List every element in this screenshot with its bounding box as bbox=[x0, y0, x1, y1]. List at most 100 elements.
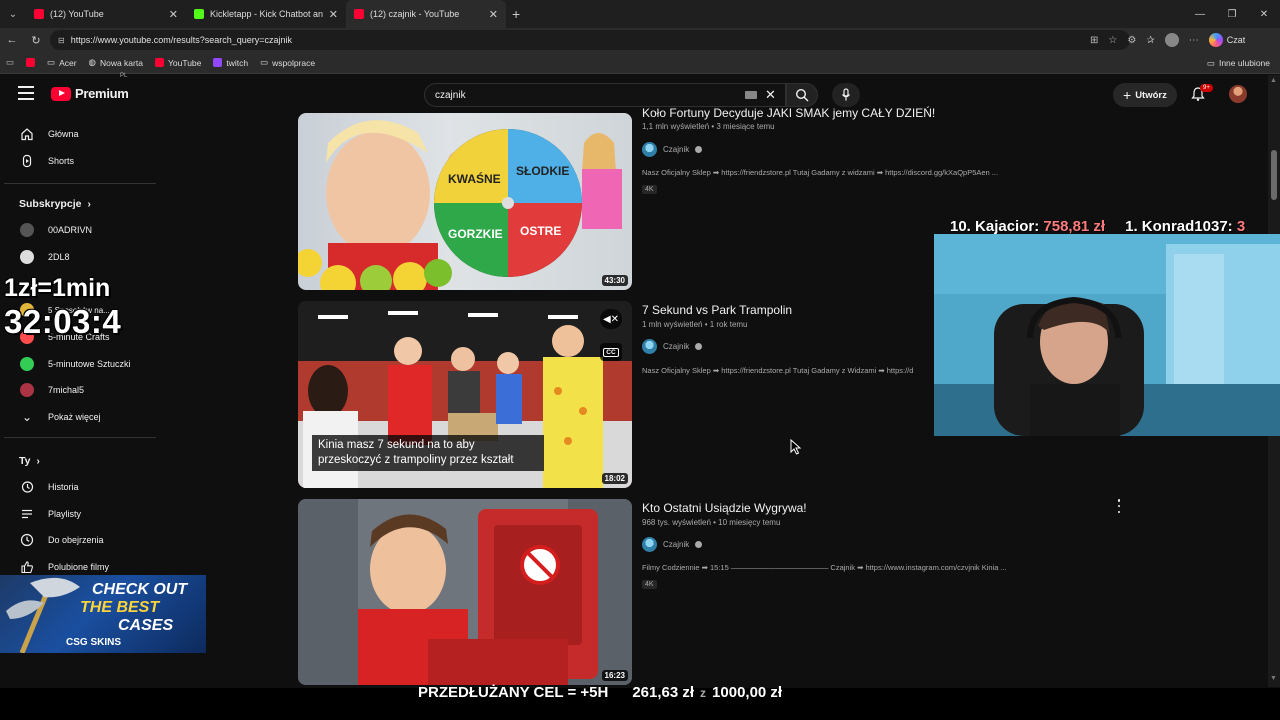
scroll-thumb[interactable] bbox=[1271, 150, 1277, 200]
video-thumbnail[interactable]: KWAŚNE SŁODKIE GORZKIE OSTRE 43:30 bbox=[298, 113, 632, 290]
sidebar-subscription-5-minutowe-sztuczki[interactable]: 5-minutowe Sztuczki bbox=[12, 351, 152, 377]
sidebar-item-history[interactable]: Historia bbox=[12, 474, 152, 500]
channel-name: Czajnik bbox=[663, 540, 690, 549]
sidebar-subscription-2dl8[interactable]: 2DL8 bbox=[12, 244, 152, 270]
url-text: https://www.youtube.com/results?search_q… bbox=[70, 35, 293, 45]
more-options-icon[interactable]: ⋯ bbox=[1189, 35, 1199, 46]
browser-tab-youtube[interactable]: (12) YouTube ✕ bbox=[26, 0, 186, 28]
video-title[interactable]: Kto Ostatni Usiądzie Wygrywa! bbox=[642, 501, 807, 515]
back-arrow-icon[interactable]: ← bbox=[0, 28, 24, 52]
scroll-up-icon[interactable]: ▲ bbox=[1270, 77, 1277, 84]
csgo-skins-ad: CHECK OUT THE BEST CASES CSG SKINS bbox=[0, 575, 206, 653]
sidebar-show-more[interactable]: ⌄ Pokaż więcej bbox=[12, 404, 152, 430]
keyboard-icon[interactable] bbox=[745, 91, 757, 99]
create-button[interactable]: + Utwórz bbox=[1113, 83, 1177, 107]
sidebar-item-shorts[interactable]: Shorts bbox=[12, 148, 152, 174]
window-controls: — ❐ ✕ bbox=[1184, 0, 1280, 28]
video-meta: 1,1 mln wyświetleń • 3 miesiące temu bbox=[642, 122, 775, 131]
scroll-down-icon[interactable]: ▼ bbox=[1270, 675, 1277, 682]
clear-search-icon[interactable]: ✕ bbox=[765, 87, 776, 103]
leader-amount: 3 bbox=[1236, 218, 1246, 235]
you-heading[interactable]: Ty › bbox=[19, 455, 40, 467]
bookmark-youtube[interactable]: YouTube bbox=[154, 58, 201, 68]
voice-search-button[interactable] bbox=[832, 83, 860, 107]
sidebar-item-label: Do obejrzenia bbox=[48, 535, 104, 545]
subscriptions-heading[interactable]: Subskrypcje › bbox=[19, 198, 91, 210]
tab-title: Kickletapp - Kick Chatbot and Ov bbox=[210, 9, 323, 19]
profile-avatar[interactable] bbox=[1164, 33, 1179, 47]
url-field[interactable]: ⊟ https://www.youtube.com/results?search… bbox=[50, 30, 1130, 50]
reload-icon[interactable]: ↻ bbox=[24, 28, 48, 52]
bookmark-twitch[interactable]: twitch bbox=[213, 58, 248, 68]
tab-actions-chevron-icon[interactable]: ⌄ bbox=[0, 0, 26, 28]
menu-hamburger-icon[interactable] bbox=[18, 86, 34, 100]
site-info-icon[interactable]: ⊟ bbox=[58, 36, 65, 45]
youtube-premium-logo[interactable]: Premium bbox=[51, 86, 129, 101]
restore-icon[interactable]: ❐ bbox=[1216, 0, 1248, 28]
search-input[interactable] bbox=[435, 89, 725, 101]
wheel-label: SŁODKIE bbox=[516, 164, 569, 178]
sidebar-item-watch-later[interactable]: Do obejrzenia bbox=[12, 527, 152, 553]
favorite-star-icon[interactable]: ☆ bbox=[1108, 35, 1117, 46]
tab-close-icon[interactable]: ✕ bbox=[169, 8, 178, 21]
sidebar-divider bbox=[4, 183, 156, 184]
video-thumbnail[interactable]: ◀✕ CC Kinia masz 7 sekund na to aby prze… bbox=[298, 301, 632, 488]
channel-link[interactable]: Czajnik bbox=[642, 339, 703, 354]
account-avatar[interactable] bbox=[1229, 85, 1247, 103]
tab-close-icon[interactable]: ✕ bbox=[329, 8, 338, 21]
favorites-icon[interactable]: ✰ bbox=[1146, 35, 1154, 46]
copilot-label: Czat bbox=[1226, 35, 1246, 45]
video-title[interactable]: 7 Sekund vs Park Trampolin bbox=[642, 303, 792, 317]
bookmark-label: wspolprace bbox=[272, 57, 316, 68]
video-meta: 968 tys. wyświetleń • 10 miesięcy temu bbox=[642, 518, 781, 527]
channel-name: 5-minutowe Sztuczki bbox=[48, 359, 131, 369]
video-result: 16:23 Kto Ostatni Usiądzie Wygrywa! 968 … bbox=[298, 499, 1258, 688]
channel-name: 2DL8 bbox=[48, 252, 70, 262]
quality-badge: 4K bbox=[642, 580, 657, 589]
folder-icon: ▭ bbox=[1206, 57, 1215, 68]
other-favorites[interactable]: ▭ Inne ulubione bbox=[1207, 52, 1270, 74]
playlist-icon bbox=[20, 507, 34, 521]
sidebar-item-label: Główna bbox=[48, 129, 79, 139]
browser-tab-bar: ⌄ (12) YouTube ✕ Kickletapp - Kick Chatb… bbox=[0, 0, 1280, 28]
mute-icon[interactable]: ◀✕ bbox=[600, 309, 622, 329]
tab-search-icon[interactable]: ▭ bbox=[6, 57, 14, 68]
app-available-icon[interactable]: ⊞ bbox=[1090, 35, 1098, 46]
bookmark-wspolprace[interactable]: ▭ wspolprace bbox=[260, 57, 315, 68]
search-box: ✕ bbox=[424, 83, 786, 107]
sidebar-subscription-7michal5[interactable]: 7michal5 bbox=[12, 377, 152, 403]
address-bar-row: ← ↻ ⊟ https://www.youtube.com/results?se… bbox=[0, 28, 1280, 52]
bookmark-nowa-karta[interactable]: ◍ Nowa karta bbox=[89, 57, 143, 68]
bookmark-label: twitch bbox=[226, 57, 249, 68]
browser-tab-kicklet[interactable]: Kickletapp - Kick Chatbot and Ov ✕ bbox=[186, 0, 346, 28]
youtube-bookmark-icon[interactable] bbox=[26, 58, 36, 67]
channel-link[interactable]: Czajnik bbox=[642, 142, 703, 157]
video-title[interactable]: Koło Fortuny Decyduje JAKI SMAK jemy CAŁ… bbox=[642, 106, 935, 120]
channel-link[interactable]: Czajnik bbox=[642, 537, 703, 552]
video-thumbnail[interactable]: 16:23 bbox=[298, 499, 632, 685]
more-actions-icon[interactable] bbox=[1114, 499, 1124, 513]
folder-icon: ▭ bbox=[47, 57, 56, 67]
minimize-icon[interactable]: — bbox=[1184, 0, 1216, 28]
ad-brand: CSG SKINS bbox=[66, 637, 122, 648]
other-favorites-label: Inne ulubione bbox=[1218, 58, 1270, 68]
tab-close-icon[interactable]: ✕ bbox=[489, 8, 498, 21]
subathon-timer: 1zł=1min 32:03:4 bbox=[4, 274, 121, 341]
copilot-button[interactable]: Czat bbox=[1208, 33, 1246, 47]
bookmark-acer[interactable]: ▭ Acer bbox=[47, 57, 77, 68]
extensions-icon[interactable]: ⚙ bbox=[1127, 35, 1136, 46]
sidebar-item-label: Playlisty bbox=[48, 509, 82, 519]
mouse-cursor-icon bbox=[790, 439, 802, 455]
donation-goal: PRZEDŁUŻANY CEL = +5H 261,63 zł z 1000,00 … bbox=[418, 684, 782, 701]
captions-label: CC bbox=[603, 347, 619, 357]
video-duration: 43:30 bbox=[601, 275, 628, 286]
search-button[interactable] bbox=[786, 83, 818, 107]
browser-tab-czajnik[interactable]: (12) czajnik - YouTube ✕ bbox=[346, 0, 506, 28]
sidebar-item-playlists[interactable]: Playlisty bbox=[12, 501, 152, 527]
sidebar-subscription-00adrivn[interactable]: 00ADRIVN bbox=[12, 217, 152, 243]
captions-icon[interactable]: CC bbox=[600, 343, 622, 361]
sidebar-item-home[interactable]: Główna bbox=[12, 121, 152, 147]
timer-rate: 1zł=1min bbox=[4, 274, 111, 302]
new-tab-plus-icon[interactable]: + bbox=[512, 6, 520, 22]
close-window-icon[interactable]: ✕ bbox=[1248, 0, 1280, 28]
